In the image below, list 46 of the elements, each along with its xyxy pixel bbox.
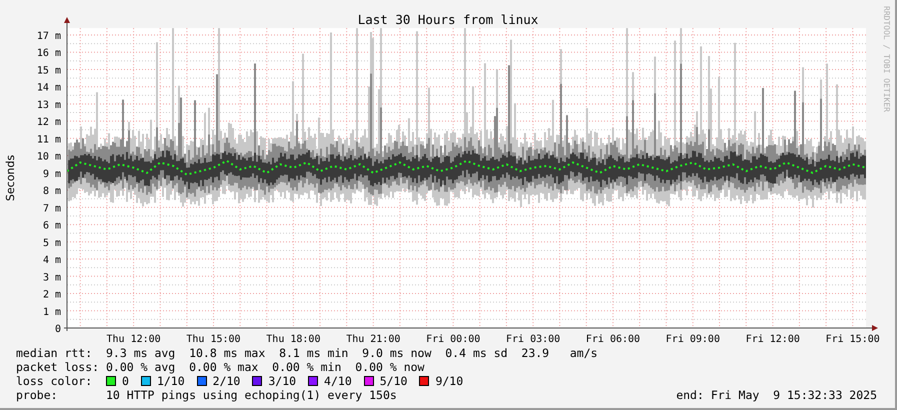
x-tick-label: Thu 21:00 bbox=[346, 334, 400, 345]
packet-loss-stats: 0.00 % avg 0.00 % max 0.00 % min 0.00 % now bbox=[106, 360, 424, 374]
y-tick-label: 11 m bbox=[36, 134, 61, 146]
graph-title: Last 30 Hours from linux bbox=[358, 12, 538, 27]
x-tick-label: Fri 15:00 bbox=[826, 334, 880, 345]
y-tick-label: 17 m bbox=[36, 31, 61, 42]
x-tick-label: Thu 12:00 bbox=[106, 334, 161, 345]
y-tick-label: 7 m bbox=[42, 203, 61, 214]
loss-color-label: 3/10 bbox=[268, 374, 296, 388]
x-tick-label: Fri 12:00 bbox=[746, 334, 800, 345]
credit-text: RRDTOOL / TOBI OETIKER bbox=[882, 6, 891, 112]
y-tick-label: 12 m bbox=[36, 117, 61, 128]
y-tick-label: 5 m bbox=[42, 238, 61, 249]
y-tick-label: 10 m bbox=[36, 152, 61, 163]
y-tick-label: 14 m bbox=[36, 82, 61, 94]
y-tick-label: 8 m bbox=[42, 186, 61, 198]
end-time: end: Fri May 9 15:32:33 2025 bbox=[676, 388, 877, 402]
loss-color-label: 0 bbox=[122, 374, 129, 388]
axis-label: Seconds bbox=[4, 154, 17, 202]
x-tick-label: Fri 03:00 bbox=[506, 334, 560, 345]
y-tick-label: 15 m bbox=[36, 65, 61, 76]
x-tick-label: Thu 18:00 bbox=[266, 334, 320, 345]
loss-color-label: 4/10 bbox=[324, 374, 352, 388]
y-tick-label: 3 m bbox=[42, 272, 61, 284]
x-tick-label: Fri 09:00 bbox=[666, 334, 720, 345]
legend-label: packet loss: bbox=[16, 360, 100, 374]
legend-label: probe: bbox=[16, 388, 59, 402]
legend-label: median rtt: bbox=[16, 346, 94, 360]
probe-description: 10 HTTP pings using echoping(1) every 150s bbox=[106, 388, 397, 402]
y-tick-label: 4 m bbox=[42, 255, 61, 266]
y-tick-label: 6 m bbox=[42, 220, 61, 232]
y-tick-label: 0 bbox=[54, 324, 61, 335]
x-tick-label: Fri 00:00 bbox=[426, 334, 480, 345]
y-tick-label: 1 m bbox=[42, 306, 61, 318]
y-tick-label: 13 m bbox=[36, 100, 61, 111]
loss-color-label: 1/10 bbox=[156, 374, 185, 388]
y-tick-label: 2 m bbox=[42, 290, 61, 301]
x-tick-label: Thu 15:00 bbox=[186, 334, 241, 345]
y-tick-label: 16 m bbox=[36, 48, 61, 60]
legend-label: loss color: bbox=[16, 374, 94, 388]
median-rtt-stats: 9.3 ms avg 10.8 ms max 8.1 ms min 9.0 ms now 0.4 ms sd 23.9 am/s bbox=[106, 346, 598, 360]
loss-color-label: 5/10 bbox=[380, 374, 408, 388]
x-tick-label: Fri 06:00 bbox=[586, 334, 640, 345]
loss-color-label: 9/10 bbox=[435, 374, 464, 388]
loss-color-label: 2/10 bbox=[212, 374, 240, 388]
y-tick-label: 9 m bbox=[42, 168, 61, 180]
